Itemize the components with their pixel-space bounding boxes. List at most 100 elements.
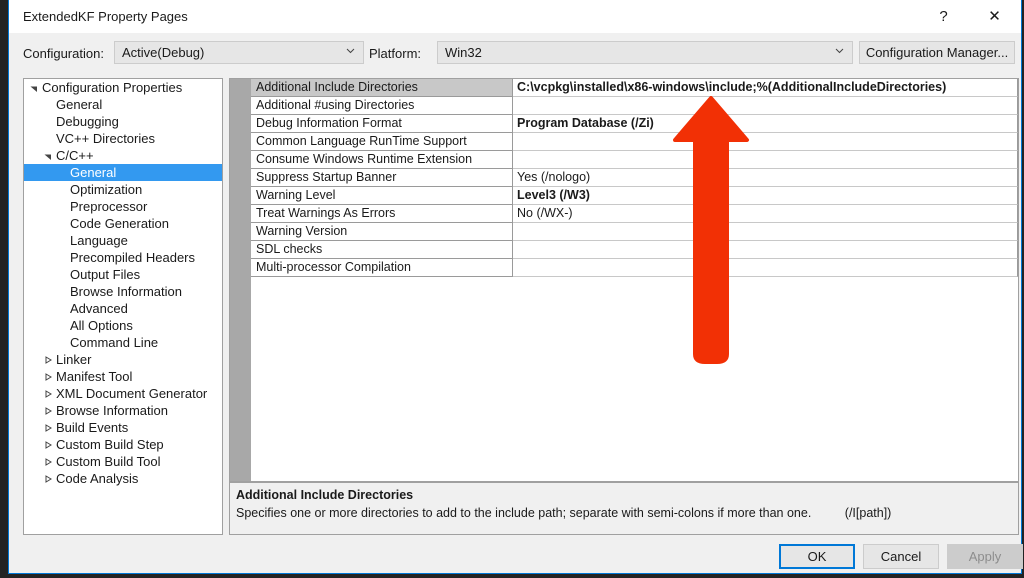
property-row[interactable]: Additional Include Directories C:\vcpkg\i… (251, 79, 1018, 97)
tree-item-label: Custom Build Step (56, 437, 164, 452)
tree-item-label: General (56, 97, 103, 112)
chevron-right-icon[interactable] (42, 402, 54, 419)
tree-item-label: Command Line (70, 335, 159, 350)
property-value[interactable] (513, 133, 1018, 151)
tree-item-command-line[interactable]: Command Line (24, 334, 222, 351)
tree-item-linker[interactable]: Linker (24, 351, 222, 368)
chevron-right-icon[interactable] (42, 351, 54, 368)
tree-item-configuration-properties[interactable]: Configuration Properties (24, 79, 222, 96)
configuration-tree[interactable]: Configuration Properties General Debugging… (23, 78, 223, 535)
tree-item-label: VC++ Directories (56, 131, 155, 146)
chevron-right-icon[interactable] (42, 419, 54, 436)
property-value[interactable]: Level3 (/W3) (513, 187, 1018, 205)
property-value[interactable] (513, 259, 1018, 277)
tree-item-vc-directories[interactable]: VC++ Directories (24, 130, 222, 147)
chevron-right-icon[interactable] (42, 453, 54, 470)
cancel-button[interactable]: Cancel (863, 544, 939, 569)
property-name: Warning Version (251, 223, 513, 241)
property-name: Additional Include Directories (251, 79, 513, 97)
tree-item-label: Debugging (56, 114, 119, 129)
grid-rows: Additional Include Directories C:\vcpkg\i… (251, 79, 1018, 277)
property-row[interactable]: Warning Version (251, 223, 1018, 241)
property-name: Common Language RunTime Support (251, 133, 513, 151)
help-button[interactable]: ? (921, 0, 966, 32)
property-grid[interactable]: Additional Include Directories C:\vcpkg\i… (229, 78, 1019, 482)
property-name: Debug Information Format (251, 115, 513, 133)
property-value[interactable]: Program Database (/Zi) (513, 115, 1018, 133)
tree-item-label: Preprocessor (70, 199, 148, 214)
chevron-down-icon (346, 46, 355, 55)
property-name: Warning Level (251, 187, 513, 205)
tree-item-label: XML Document Generator (56, 386, 208, 401)
description-switch: (/I[path]) (844, 506, 892, 520)
property-name: Additional #using Directories (251, 97, 513, 115)
tree-item-all-options[interactable]: All Options (24, 317, 222, 334)
property-value[interactable] (513, 223, 1018, 241)
property-row[interactable]: Common Language RunTime Support (251, 133, 1018, 151)
tree-item-label: Optimization (70, 182, 143, 197)
apply-button[interactable]: Apply (947, 544, 1023, 569)
tree-item-label: All Options (70, 318, 133, 333)
configuration-value: Active(Debug) (122, 45, 205, 60)
tree-list: Configuration Properties General Debugging… (24, 79, 222, 487)
property-value[interactable]: C:\vcpkg\installed\x86-windows\include;%… (513, 79, 1018, 97)
configuration-dropdown[interactable]: Active(Debug) (114, 41, 364, 64)
chevron-down-icon[interactable] (28, 79, 40, 96)
tree-item-label: Configuration Properties (42, 80, 183, 95)
tree-item-preprocessor[interactable]: Preprocessor (24, 198, 222, 215)
tree-item-xml-document-generator[interactable]: XML Document Generator (24, 385, 222, 402)
tree-item-custom-build-tool[interactable]: Custom Build Tool (24, 453, 222, 470)
tree-item-debugging[interactable]: Debugging (24, 113, 222, 130)
property-row[interactable]: Consume Windows Runtime Extension (251, 151, 1018, 169)
chevron-right-icon[interactable] (42, 436, 54, 453)
tree-item-custom-build-step[interactable]: Custom Build Step (24, 436, 222, 453)
property-value[interactable] (513, 151, 1018, 169)
title-bar: ExtendedKF Property Pages ? ✕ (9, 0, 1021, 33)
platform-value: Win32 (445, 45, 482, 60)
property-row[interactable]: Suppress Startup Banner Yes (/nologo) (251, 169, 1018, 187)
tree-item-label: Code Generation (70, 216, 170, 231)
tree-item-advanced[interactable]: Advanced (24, 300, 222, 317)
tree-item-optimization[interactable]: Optimization (24, 181, 222, 198)
property-name: Treat Warnings As Errors (251, 205, 513, 223)
property-name: SDL checks (251, 241, 513, 259)
property-row[interactable]: Debug Information Format Program Database… (251, 115, 1018, 133)
tree-item-label: Linker (56, 352, 92, 367)
property-name: Consume Windows Runtime Extension (251, 151, 513, 169)
chevron-right-icon[interactable] (42, 368, 54, 385)
close-icon: ✕ (988, 6, 1001, 25)
tree-item-label: Precompiled Headers (70, 250, 196, 265)
property-value[interactable]: No (/WX-) (513, 205, 1018, 223)
tree-item-general[interactable]: General (24, 96, 222, 113)
configuration-manager-button[interactable]: Configuration Manager... (859, 41, 1015, 64)
chevron-down-icon (835, 46, 844, 55)
property-value[interactable] (513, 97, 1018, 115)
property-row[interactable]: Additional #using Directories (251, 97, 1018, 115)
description-title: Additional Include Directories (236, 488, 414, 502)
tree-item-browse-information[interactable]: Browse Information (24, 402, 222, 419)
tree-item-general[interactable]: General (24, 164, 222, 181)
platform-dropdown[interactable]: Win32 (437, 41, 853, 64)
property-value[interactable] (513, 241, 1018, 259)
property-row[interactable]: Treat Warnings As Errors No (/WX-) (251, 205, 1018, 223)
tree-item-code-analysis[interactable]: Code Analysis (24, 470, 222, 487)
property-value[interactable]: Yes (/nologo) (513, 169, 1018, 187)
tree-item-output-files[interactable]: Output Files (24, 266, 222, 283)
close-button[interactable]: ✕ (972, 0, 1017, 32)
tree-item-language[interactable]: Language (24, 232, 222, 249)
tree-item-c-c[interactable]: C/C++ (24, 147, 222, 164)
chevron-right-icon[interactable] (42, 470, 54, 487)
tree-item-browse-information[interactable]: Browse Information (24, 283, 222, 300)
tree-item-build-events[interactable]: Build Events (24, 419, 222, 436)
tree-item-label: Language (70, 233, 128, 248)
tree-item-manifest-tool[interactable]: Manifest Tool (24, 368, 222, 385)
chevron-right-icon[interactable] (42, 385, 54, 402)
property-row[interactable]: SDL checks (251, 241, 1018, 259)
tree-item-code-generation[interactable]: Code Generation (24, 215, 222, 232)
tree-item-precompiled-headers[interactable]: Precompiled Headers (24, 249, 222, 266)
ok-button[interactable]: OK (779, 544, 855, 569)
property-row[interactable]: Warning Level Level3 (/W3) (251, 187, 1018, 205)
chevron-down-icon[interactable] (42, 147, 54, 164)
property-name: Multi-processor Compilation (251, 259, 513, 277)
property-row[interactable]: Multi-processor Compilation (251, 259, 1018, 277)
